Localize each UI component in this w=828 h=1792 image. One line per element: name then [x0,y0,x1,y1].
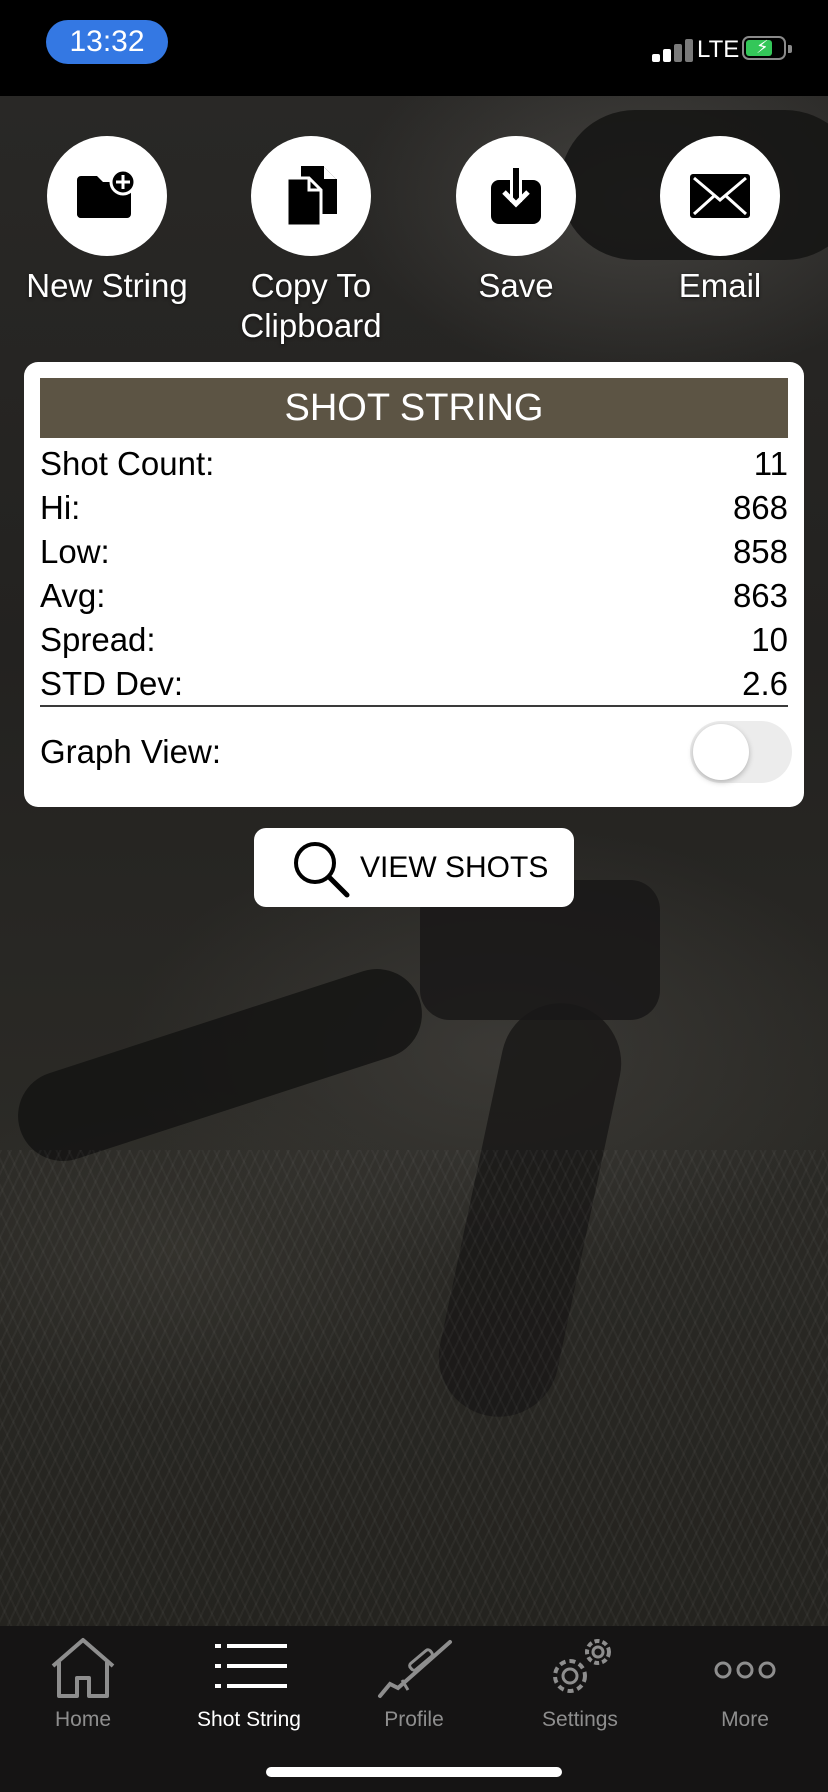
tab-settings[interactable]: Settings [497,1626,663,1756]
tab-label: More [721,1708,769,1731]
tab-profile[interactable]: Profile [331,1626,497,1756]
more-dots-icon [705,1634,785,1700]
stat-label: Low: [40,533,110,570]
stat-label: Avg: [40,577,106,614]
stat-label: STD Dev: [40,665,184,702]
tab-shot-string[interactable]: Shot String [166,1626,332,1756]
stat-value: 858 [732,533,788,570]
save-button[interactable]: Save [426,136,606,306]
graph-view-toggle[interactable] [690,721,792,783]
stat-value: 11 [753,445,788,482]
download-icon [456,136,576,256]
tab-label: Profile [384,1708,444,1731]
list-icon [209,1634,289,1700]
stat-value: 10 [751,621,788,658]
stat-row-hi: Hi: 868 [40,486,788,530]
envelope-icon [660,136,780,256]
stat-label: Hi: [40,489,81,526]
status-bar: 13:32 LTE ⚡ [0,0,828,96]
view-shots-label: VIEW SHOTS [360,851,549,884]
new-string-button[interactable]: New String [17,136,197,306]
stat-row-spread: Spread: 10 [40,618,788,662]
stat-row-shot-count: Shot Count: 11 [40,442,788,486]
new-folder-icon [47,136,167,256]
stat-row-low: Low: 858 [40,530,788,574]
divider [40,705,788,707]
stat-label: Shot Count: [40,445,215,482]
save-label: Save [478,267,554,304]
gears-icon [540,1634,620,1700]
email-label: Email [678,267,762,304]
graph-view-label: Graph View: [40,733,221,770]
stat-label: Spread: [40,621,156,658]
tab-home[interactable]: Home [0,1626,166,1756]
status-time: 13:32 [46,20,168,64]
copy-to-clipboard-button[interactable]: Copy To Clipboard [221,136,401,346]
shot-string-card: SHOT STRING Shot Count: 11 Hi: 868 Low: … [24,362,804,807]
copy-documents-icon [251,136,371,256]
home-icon [43,1634,123,1700]
stat-row-std-dev: STD Dev: 2.6 [40,662,788,706]
view-shots-button[interactable]: VIEW SHOTS [254,828,574,907]
stat-value: 2.6 [742,665,788,702]
toggle-knob [693,724,749,780]
stat-value: 863 [732,577,788,614]
network-type: LTE [697,36,740,63]
shot-string-title: SHOT STRING [40,378,788,438]
tab-label: Settings [542,1708,618,1731]
tab-label: Shot String [197,1708,301,1731]
rifle-icon [374,1634,454,1700]
battery-icon: ⚡ [742,36,792,60]
stat-value: 868 [732,489,788,526]
home-indicator[interactable] [266,1767,562,1777]
new-string-label: New String [26,267,188,304]
tab-more[interactable]: More [662,1626,828,1756]
email-button[interactable]: Email [630,136,810,306]
tab-label: Home [54,1708,112,1731]
copy-to-clipboard-label: Copy To Clipboard [240,267,382,344]
stat-row-avg: Avg: 863 [40,574,788,618]
search-icon [292,840,350,903]
